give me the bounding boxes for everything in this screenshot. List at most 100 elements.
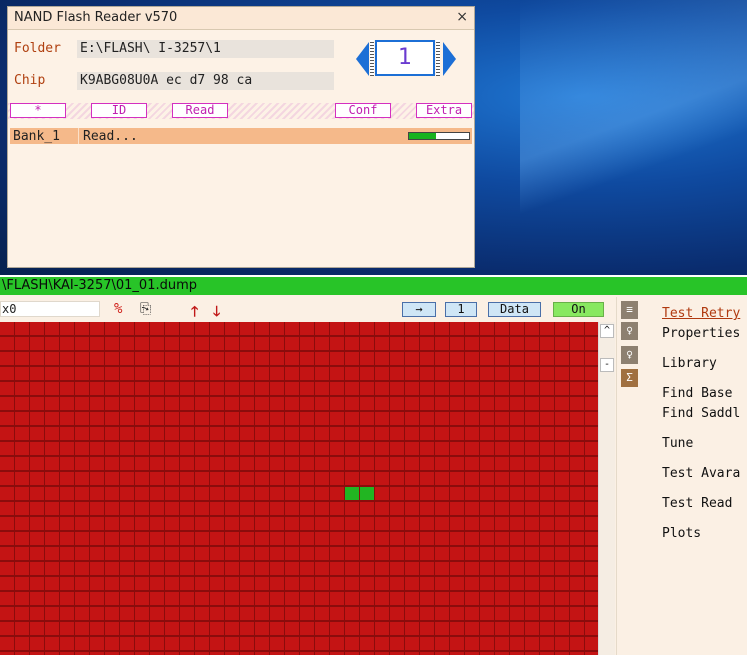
block-cell[interactable]: [435, 442, 449, 455]
block-cell[interactable]: [480, 322, 494, 335]
block-cell[interactable]: [525, 517, 539, 530]
block-cell[interactable]: [225, 457, 239, 470]
block-cell[interactable]: [270, 352, 284, 365]
block-cell[interactable]: [270, 487, 284, 500]
block-cell[interactable]: [270, 337, 284, 350]
block-cell[interactable]: [210, 532, 224, 545]
block-cell[interactable]: [60, 577, 74, 590]
block-cell[interactable]: [330, 622, 344, 635]
block-cell[interactable]: [585, 622, 598, 635]
block-cell[interactable]: [495, 577, 509, 590]
block-cell[interactable]: [405, 457, 419, 470]
block-cell[interactable]: [300, 352, 314, 365]
block-cell[interactable]: [390, 412, 404, 425]
block-cell[interactable]: [405, 427, 419, 440]
block-cell[interactable]: [525, 322, 539, 335]
bulb-icon[interactable]: ♀: [621, 322, 638, 340]
block-cell[interactable]: [390, 367, 404, 380]
block-cell[interactable]: [165, 607, 179, 620]
block-cell[interactable]: [465, 487, 479, 500]
block-cell[interactable]: [180, 352, 194, 365]
block-cell[interactable]: [75, 412, 89, 425]
block-cell[interactable]: [450, 442, 464, 455]
block-cell[interactable]: [435, 397, 449, 410]
block-cell[interactable]: [240, 637, 254, 650]
block-cell[interactable]: [270, 607, 284, 620]
block-cell[interactable]: [390, 517, 404, 530]
block-cell[interactable]: [555, 382, 569, 395]
block-cell[interactable]: [285, 457, 299, 470]
block-cell[interactable]: [135, 577, 149, 590]
block-cell[interactable]: [90, 352, 104, 365]
block-cell[interactable]: [255, 472, 269, 485]
block-cell[interactable]: [180, 397, 194, 410]
vertical-scrollbar[interactable]: ^ -: [598, 322, 615, 655]
block-cell[interactable]: [375, 322, 389, 335]
block-cell[interactable]: [570, 577, 584, 590]
block-cell[interactable]: [30, 337, 44, 350]
block-cell[interactable]: [510, 322, 524, 335]
block-cell[interactable]: [420, 487, 434, 500]
block-cell[interactable]: [150, 547, 164, 560]
block-cell[interactable]: [300, 487, 314, 500]
block-cell[interactable]: [315, 562, 329, 575]
block-cell[interactable]: [270, 472, 284, 485]
block-cell[interactable]: [495, 592, 509, 605]
block-cell[interactable]: [510, 397, 524, 410]
block-cell[interactable]: [360, 487, 374, 500]
block-cell[interactable]: [585, 457, 598, 470]
block-cell[interactable]: [45, 532, 59, 545]
block-cell[interactable]: [135, 397, 149, 410]
block-cell[interactable]: [585, 412, 598, 425]
block-cell[interactable]: [585, 592, 598, 605]
block-cell[interactable]: [165, 352, 179, 365]
block-cell[interactable]: [525, 562, 539, 575]
block-cell[interactable]: [555, 487, 569, 500]
block-cell[interactable]: [585, 442, 598, 455]
block-cell[interactable]: [345, 532, 359, 545]
block-cell[interactable]: [570, 442, 584, 455]
block-cell[interactable]: [240, 427, 254, 440]
block-cell[interactable]: [180, 472, 194, 485]
block-cell[interactable]: [105, 382, 119, 395]
block-cell[interactable]: [90, 607, 104, 620]
block-cell[interactable]: [285, 382, 299, 395]
block-cell[interactable]: [240, 457, 254, 470]
block-cell[interactable]: [15, 517, 29, 530]
block-cell[interactable]: [525, 532, 539, 545]
block-cell[interactable]: [510, 367, 524, 380]
block-cell[interactable]: [435, 337, 449, 350]
block-cell[interactable]: [120, 637, 134, 650]
block-cell[interactable]: [0, 442, 14, 455]
block-cell[interactable]: [420, 502, 434, 515]
block-cell[interactable]: [480, 637, 494, 650]
block-cell[interactable]: [60, 382, 74, 395]
block-cell[interactable]: [510, 622, 524, 635]
block-cell[interactable]: [15, 592, 29, 605]
block-cell[interactable]: [255, 592, 269, 605]
block-cell[interactable]: [195, 382, 209, 395]
block-cell[interactable]: [210, 382, 224, 395]
block-cell[interactable]: [300, 472, 314, 485]
block-cell[interactable]: [180, 427, 194, 440]
block-cell[interactable]: [390, 427, 404, 440]
block-cell[interactable]: [345, 322, 359, 335]
block-cell[interactable]: [330, 457, 344, 470]
block-cell[interactable]: [510, 427, 524, 440]
block-cell[interactable]: [360, 547, 374, 560]
block-cell[interactable]: [375, 562, 389, 575]
block-cell[interactable]: [450, 352, 464, 365]
data-button[interactable]: Data: [488, 302, 541, 317]
block-cell[interactable]: [75, 547, 89, 560]
block-cell[interactable]: [375, 427, 389, 440]
block-cell[interactable]: [120, 367, 134, 380]
block-cell[interactable]: [240, 607, 254, 620]
block-cell[interactable]: [330, 607, 344, 620]
block-cell[interactable]: [330, 322, 344, 335]
block-cell[interactable]: [555, 622, 569, 635]
block-cell[interactable]: [270, 382, 284, 395]
block-cell[interactable]: [270, 412, 284, 425]
block-cell[interactable]: [510, 637, 524, 650]
block-cell[interactable]: [210, 577, 224, 590]
block-cell[interactable]: [180, 622, 194, 635]
